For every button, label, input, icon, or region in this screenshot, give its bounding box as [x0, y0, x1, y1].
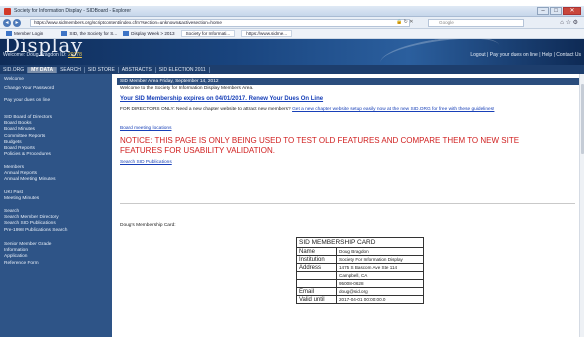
favorites-bar: Member Login SID, the Society for S... D…: [0, 29, 584, 39]
favorite-icon: [6, 31, 12, 36]
site-header: Display Welcome: Doug Bragdon ID: 20778 …: [0, 39, 584, 65]
sidebar-item-annual-meeting-minutes[interactable]: Annual Meeting Minutes: [4, 177, 55, 183]
welcome-text: Welcome: Doug Bragdon ID: 20778: [3, 52, 82, 58]
favorite-member-login[interactable]: Member Login: [6, 31, 43, 36]
minimize-icon[interactable]: –: [537, 7, 549, 15]
table-row: Email doug@sid.org: [296, 287, 424, 296]
sidebar-item-pre-1998-search[interactable]: Pre-1998 Publications Search: [4, 228, 67, 234]
home-icon[interactable]: ⌂ ☆ ⚙: [560, 19, 578, 26]
favorite-icon: [123, 31, 130, 36]
membership-expires-link[interactable]: Your SID Membership expires on 04/01/201…: [120, 96, 323, 102]
board-meeting-link[interactable]: Board meeting locations: [120, 126, 171, 131]
tab-sid-store[interactable]: SID STORE: [85, 66, 119, 73]
close-icon[interactable]: ✕: [563, 7, 581, 15]
address-bar[interactable]: https://www.sidmembers.org/scriptcontent…: [30, 19, 410, 27]
favorite-sidmembers[interactable]: https://www.sidme...: [241, 30, 293, 37]
browser-nav-bar: ◂ ▸ https://www.sidmembers.org/scriptcon…: [0, 17, 584, 29]
sidebar: Welcome Change Your Password Pay your du…: [0, 74, 112, 337]
favorite-icon: [61, 31, 68, 36]
refresh-icon[interactable]: 🔒 ↻ ✕: [396, 19, 413, 25]
table-row: Institution Society For Information Displ…: [296, 255, 424, 264]
search-publications-link[interactable]: Search SID Publications: [120, 160, 172, 165]
search-input[interactable]: Google: [428, 19, 524, 27]
welcome-line: Welcome to the Society for Information D…: [120, 86, 254, 91]
table-row: Address 1475 S Bascom Ave Ste 114: [296, 263, 424, 272]
window-title: Society for Information Display - SIDBoa…: [14, 8, 131, 14]
sidebar-item-welcome[interactable]: Welcome: [4, 77, 54, 83]
forward-icon[interactable]: ▸: [13, 19, 21, 27]
section-header: SID Member Area Friday, September 14, 20…: [117, 78, 579, 85]
card-title: SID MEMBERSHIP CARD: [296, 237, 424, 248]
tab-my-data[interactable]: MY DATA: [28, 66, 58, 73]
page-scrollbar[interactable]: [579, 74, 584, 337]
sidebar-group-account: Welcome Change Your Password: [4, 77, 54, 92]
tab-sid-election[interactable]: SID ELECTION 2011: [156, 66, 210, 73]
favorite-display-week[interactable]: Display Week > 2013: [123, 31, 175, 36]
tab-sid-org[interactable]: SID.ORG: [0, 66, 29, 73]
card-label: Doug's Membership Card:: [120, 223, 176, 228]
main-content: SID Member Area Friday, September 14, 20…: [112, 74, 584, 337]
back-icon[interactable]: ◂: [3, 19, 11, 27]
sidebar-group-senior: Senior Member Grade Information Applicat…: [4, 242, 51, 267]
table-row: Campbell, CA: [296, 271, 424, 280]
sidebar-item-change-password[interactable]: Change Your Password: [4, 86, 54, 92]
tab-abstracts[interactable]: ABSTRACTS: [119, 66, 156, 73]
divider: [120, 203, 575, 204]
directors-note: FOR DIRECTORS ONLY: Need a new chapter w…: [120, 107, 495, 112]
main-tab-bar: SID.ORG MY DATA SEARCH SID STORE ABSTRAC…: [0, 65, 584, 74]
sidebar-group-members: Members Annual Reports Annual Meeting Mi…: [4, 165, 55, 184]
membership-card: SID MEMBERSHIP CARD Name Doug Bragdon Ins…: [296, 237, 424, 304]
member-id-link[interactable]: 20778: [68, 52, 82, 58]
tab-search[interactable]: SEARCH: [57, 66, 85, 73]
browser-app-icon: [4, 8, 11, 15]
table-row: Name Doug Bragdon: [296, 247, 424, 256]
sidebar-group-dues: Pay your dues on line: [4, 98, 50, 104]
window-controls: – □ ✕: [537, 7, 581, 15]
favorite-society-informati[interactable]: Society for Informati...: [180, 30, 236, 37]
sidebar-item-pay-dues[interactable]: Pay your dues on line: [4, 98, 50, 104]
chapter-website-link[interactable]: Get a new chapter website setup easily n…: [292, 107, 494, 112]
sidebar-group-uki: UKI Past Meeting Minutes: [4, 190, 39, 202]
maximize-icon[interactable]: □: [550, 7, 562, 15]
sidebar-item-meeting-minutes[interactable]: Meeting Minutes: [4, 196, 39, 202]
sidebar-item-policies[interactable]: Policies & Procedures: [4, 152, 52, 158]
sidebar-group-board: SID Board of Directors Board Books Board…: [4, 115, 52, 158]
window-title-bar: Society for Information Display - SIDBoa…: [0, 6, 584, 17]
table-row: Valid until 2017-04-01 00:00:00.0: [296, 295, 424, 304]
header-links[interactable]: Logout | Pay your dues on line | Help | …: [470, 52, 581, 58]
sidebar-item-reference-form[interactable]: Reference Form: [4, 261, 51, 267]
table-row: 95008-0628: [296, 279, 424, 288]
favorite-sid-society[interactable]: SID, the Society for S...: [61, 31, 117, 36]
sidebar-group-search: Search Search Member Directory Search SI…: [4, 209, 67, 234]
notice-text: NOTICE: THIS PAGE IS ONLY BEING USED TO …: [120, 136, 520, 155]
sidebar-item-committee-reports[interactable]: Committee Reports: [4, 134, 52, 140]
